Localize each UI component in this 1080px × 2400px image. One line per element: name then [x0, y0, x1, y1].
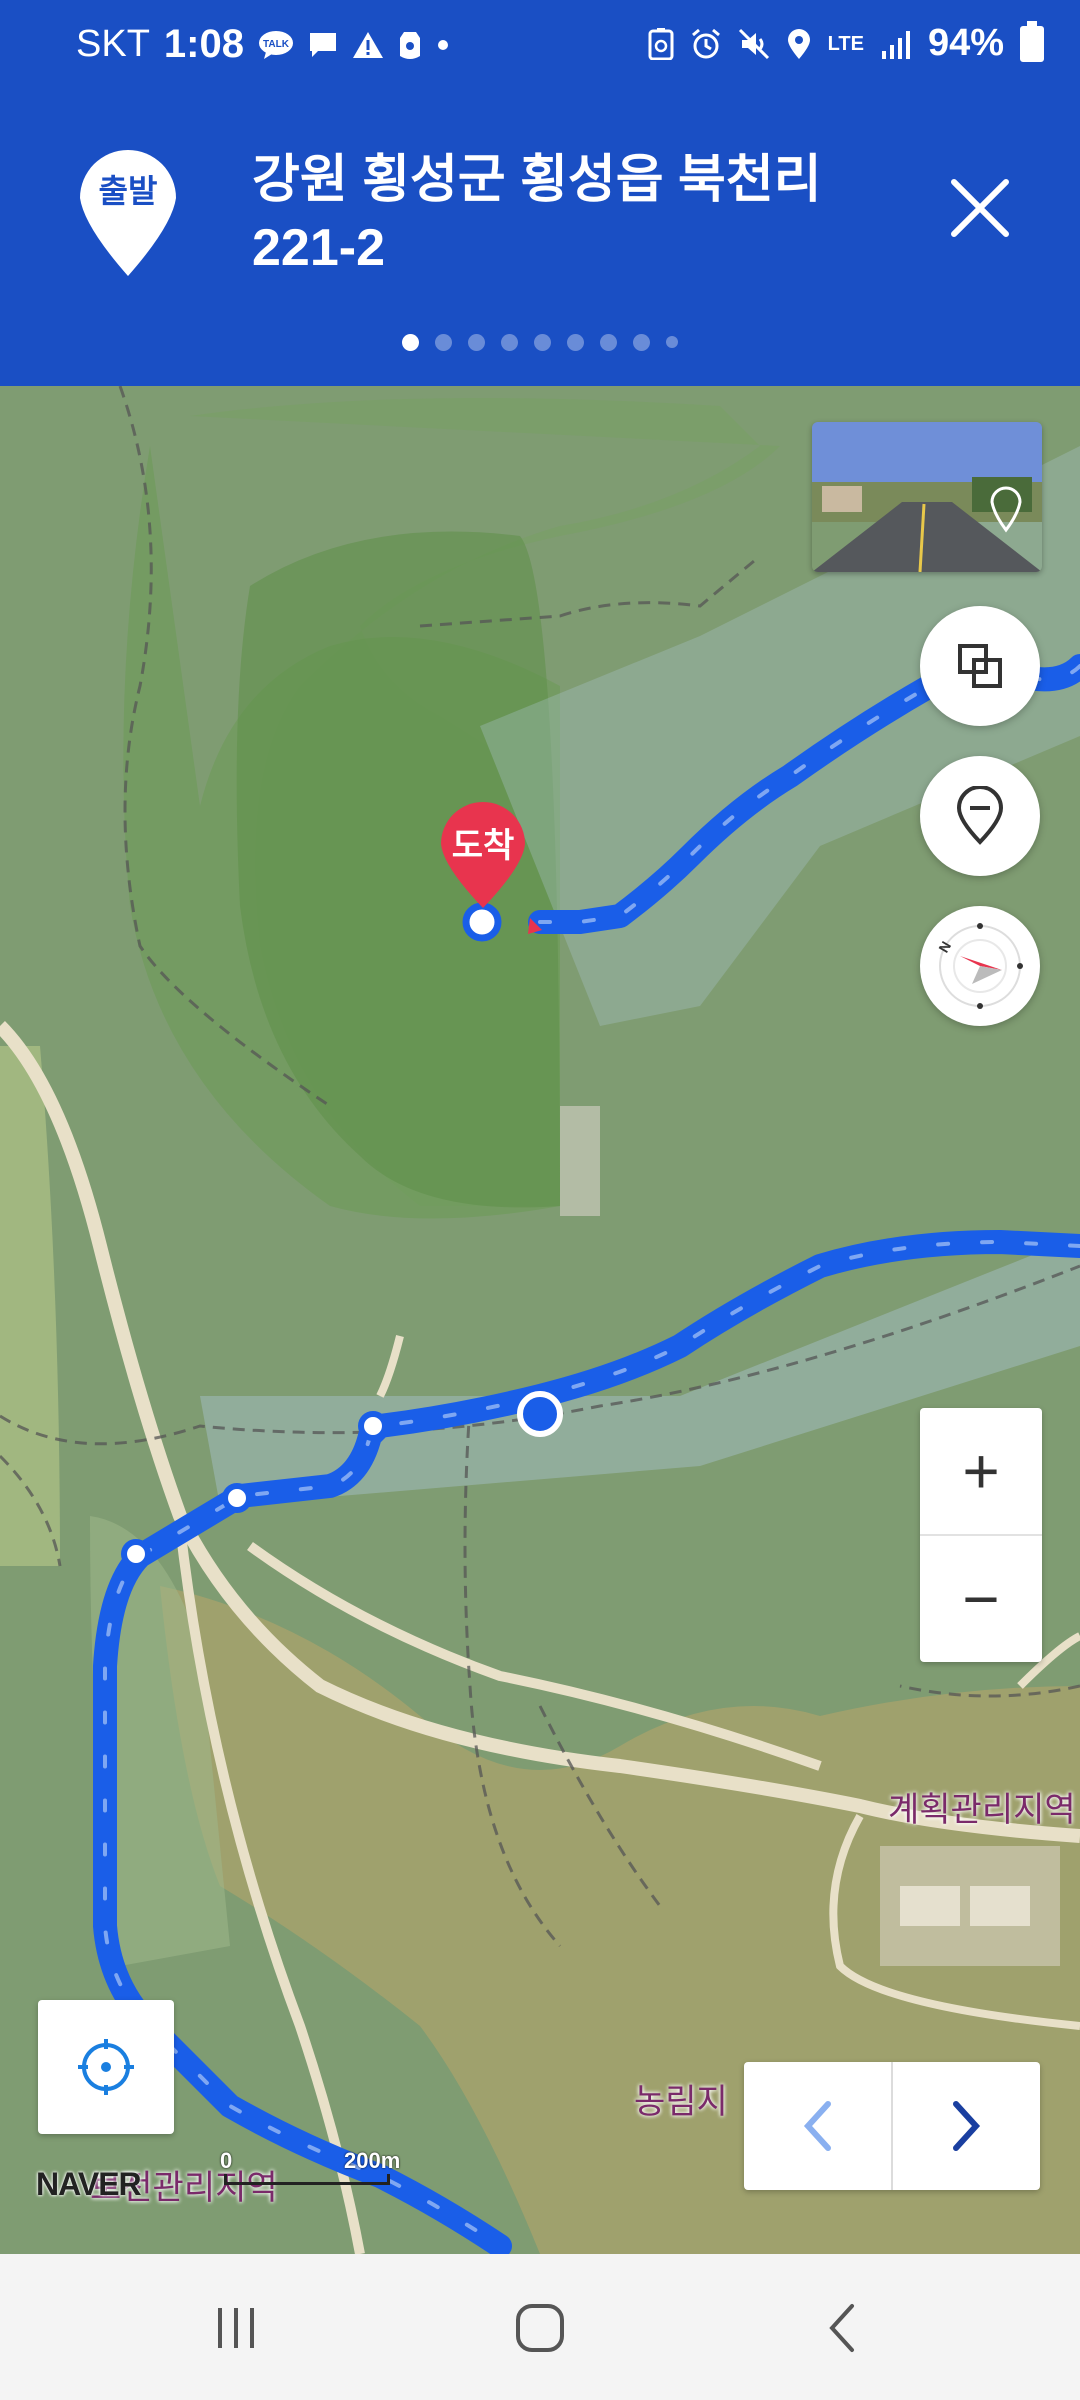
destination-pin[interactable]: 도착 — [437, 800, 529, 910]
page-dot[interactable] — [402, 334, 419, 351]
battery-percent: 94% — [927, 22, 1004, 64]
zoom-out-button[interactable]: − — [920, 1536, 1042, 1662]
close-icon — [951, 179, 1009, 237]
svg-text:N: N — [935, 938, 954, 955]
scale-end-label: 200m — [344, 2148, 401, 2173]
page-dot[interactable] — [468, 334, 485, 351]
map-view[interactable]: 도착 계획관리지역 농림지 보전관리지역 N + − NAVER 0 200m — [0, 386, 1080, 2254]
scale-start-label: 0 — [220, 2148, 233, 2173]
my-location-button[interactable] — [38, 2000, 174, 2134]
close-button[interactable] — [940, 168, 1020, 248]
page-dot[interactable] — [633, 334, 650, 351]
svg-text:TALK: TALK — [263, 39, 290, 50]
alarm-icon — [691, 28, 720, 58]
map-scale: 0 200m — [220, 2148, 400, 2188]
warning-icon — [352, 31, 383, 58]
chevron-right-icon — [953, 2101, 981, 2151]
destination-badge-label: 도착 — [451, 827, 515, 865]
page-dot[interactable] — [435, 334, 452, 351]
kakaotalk-icon: TALK — [258, 30, 293, 59]
more-dot-icon — [437, 39, 448, 50]
crosshair-icon — [78, 2039, 134, 2095]
title-line-1: 강원 횡성군 횡성읍 북천리 — [252, 151, 822, 209]
page-indicator — [0, 334, 1080, 351]
step-navigation — [744, 2062, 1040, 2190]
page-dot[interactable] — [567, 334, 584, 351]
recent-apps-button[interactable] — [206, 2300, 266, 2356]
layers-icon — [958, 644, 1002, 688]
chevron-left-icon — [803, 2101, 831, 2151]
route-header: 출발 강원 횡성군 횡성읍 북천리 221-2 — [0, 96, 1080, 386]
back-icon — [829, 2304, 854, 2352]
battery-icon — [1020, 20, 1044, 62]
map-layers-button[interactable] — [920, 606, 1040, 726]
status-right: LTE 94% — [648, 20, 1044, 65]
status-left: SKT 1:08 TALK — [76, 22, 450, 67]
home-icon — [516, 2304, 564, 2352]
page-dot[interactable] — [534, 334, 551, 351]
signal-icon — [881, 30, 910, 59]
app-notification-icon — [399, 31, 420, 59]
title-line-2: 221-2 — [252, 219, 385, 277]
map-pin-outline-icon — [956, 786, 1004, 845]
area-label-forest: 농림지 — [634, 2083, 728, 2121]
place-marker-button[interactable] — [920, 756, 1040, 876]
satellite-map-layer — [0, 386, 1080, 2254]
page-dot[interactable] — [600, 334, 617, 351]
location-icon — [787, 28, 810, 59]
area-label-planned: 계획관리지역 — [888, 1791, 1076, 1829]
start-pin-badge: 출발 — [76, 144, 180, 278]
start-badge-label: 출발 — [98, 173, 158, 209]
zoom-in-button[interactable]: + — [920, 1408, 1042, 1534]
clock: 1:08 — [163, 22, 244, 66]
system-navigation-bar — [0, 2254, 1080, 2400]
network-type: LTE — [827, 32, 864, 55]
recent-apps-icon — [218, 2308, 254, 2348]
zoom-controls: + − — [920, 1408, 1042, 1662]
page-dot[interactable] — [666, 336, 678, 348]
carrier-label: SKT — [76, 23, 150, 65]
scale-bar — [224, 2174, 390, 2185]
back-button[interactable] — [812, 2300, 872, 2356]
next-step-button[interactable] — [893, 2062, 1040, 2190]
page-title: 강원 횡성군 횡성읍 북천리 221-2 — [252, 146, 892, 282]
street-view-thumbnail[interactable] — [812, 422, 1042, 572]
mute-icon — [738, 28, 769, 59]
previous-step-button[interactable] — [744, 2062, 891, 2190]
home-button[interactable] — [510, 2300, 570, 2356]
compass-button[interactable]: N — [920, 906, 1040, 1026]
naver-logo: NAVER — [36, 2166, 142, 2202]
street-view-image — [812, 422, 1042, 572]
status-bar: SKT 1:08 TALK LTE 94% — [0, 0, 1080, 96]
compass-icon: N — [935, 923, 1023, 1009]
message-icon — [309, 32, 336, 57]
recycle-icon — [648, 27, 674, 60]
page-dot[interactable] — [501, 334, 518, 351]
